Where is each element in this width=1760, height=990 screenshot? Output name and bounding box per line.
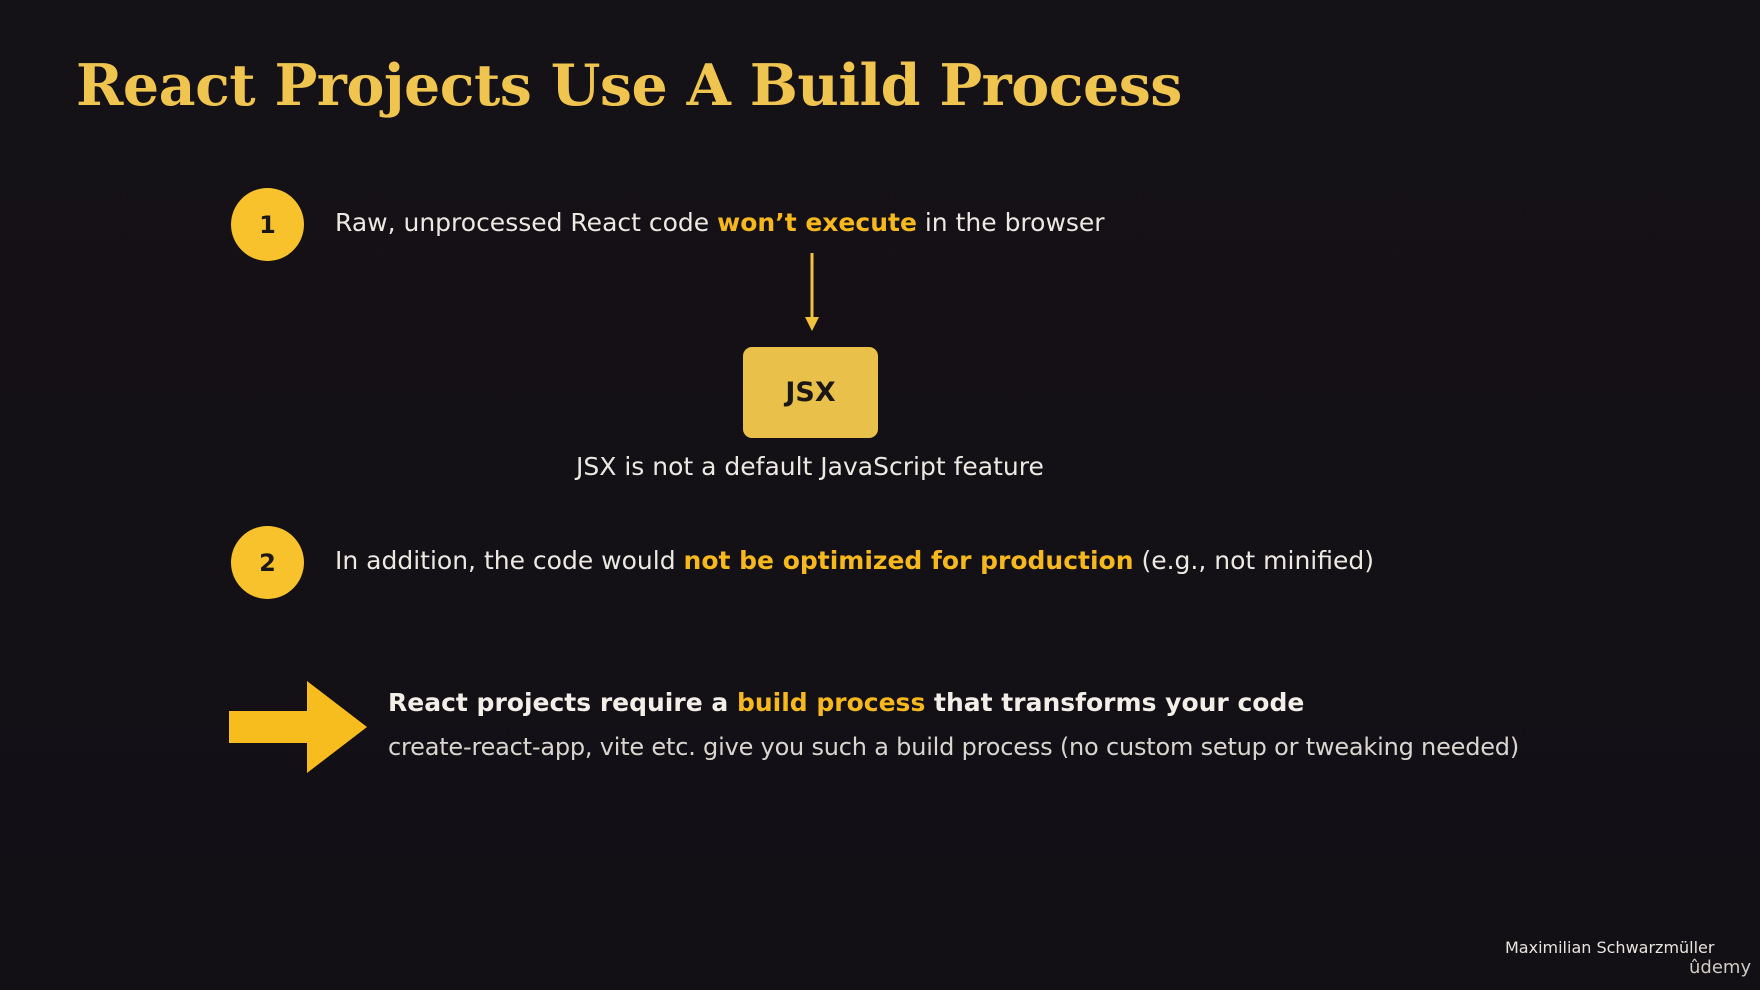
point-1-text-before: Raw, unprocessed React code (335, 208, 718, 237)
point-1-text: Raw, unprocessed React code won’t execut… (335, 208, 1105, 237)
down-arrow-icon (805, 253, 819, 331)
conclusion-text-before: React projects require a (388, 688, 737, 717)
author-name: Maximilian Schwarzmüller (1505, 938, 1715, 957)
brand-logo: ûdemy (1689, 957, 1752, 978)
slide-title: React Projects Use A Build Process (76, 52, 1182, 119)
point-2-text-before: In addition, the code would (335, 546, 684, 575)
point-1-text-after: in the browser (916, 208, 1105, 237)
step-badge-1: 1 (231, 188, 304, 261)
jsx-box: JSX (743, 347, 878, 438)
point-1-highlight: won’t execute (717, 208, 917, 237)
right-arrow-icon (229, 681, 367, 773)
slide: React Projects Use A Build Process 1 Raw… (0, 0, 1760, 990)
point-2-highlight: not be optimized for production (683, 546, 1134, 575)
point-2-text: In addition, the code would not be optim… (335, 546, 1374, 575)
conclusion-text: React projects require a build process t… (388, 688, 1304, 717)
conclusion-text-after: that transforms your code (925, 688, 1305, 717)
conclusion-subtext: create-react-app, vite etc. give you suc… (388, 733, 1519, 761)
conclusion-highlight: build process (736, 688, 926, 717)
step-badge-2: 2 (231, 526, 304, 599)
point-2-text-after: (e.g., not minified) (1133, 546, 1374, 575)
jsx-caption: JSX is not a default JavaScript feature (576, 452, 1044, 481)
